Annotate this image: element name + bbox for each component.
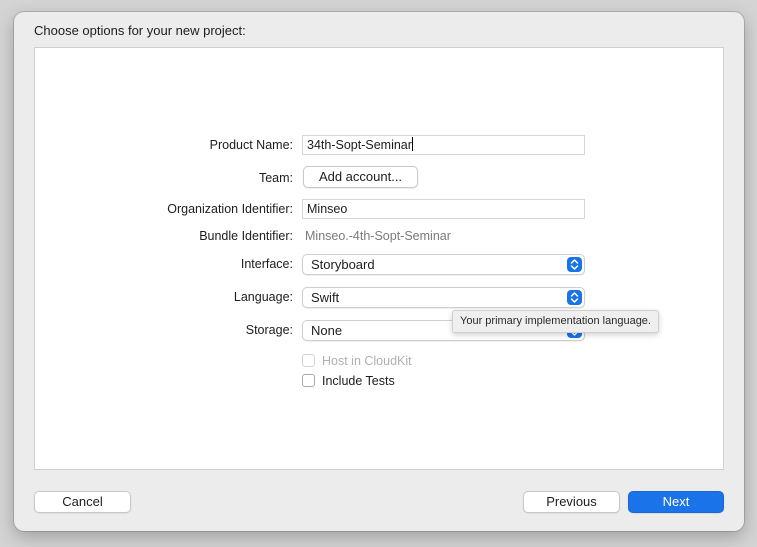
interface-label: Interface: [240,257,293,271]
previous-button[interactable]: Previous [523,491,620,513]
include-tests-label[interactable]: Include Tests [322,373,395,389]
host-in-cloudkit-label: Host in CloudKit [322,354,412,368]
add-account-button[interactable]: Add account... [303,166,418,188]
team-label: Team: [258,171,293,185]
organization-identifier-field[interactable]: Minseo [302,199,585,219]
bundle-identifier-label: Bundle Identifier: [199,229,293,243]
product-name-label: Product Name: [209,138,293,152]
language-popup[interactable]: Swift [302,287,585,308]
sheet-heading: Choose options for your new project: [34,23,246,38]
storage-value: None [311,323,343,338]
interface-popup[interactable]: Storyboard [302,254,585,275]
cancel-button[interactable]: Cancel [34,491,131,513]
host-in-cloudkit-checkbox [302,354,315,367]
product-name-field[interactable]: 34th-Sopt-Seminar [302,135,585,155]
new-project-options-sheet: Choose options for your new project: Pro… [14,12,744,531]
interface-value: Storyboard [311,257,375,272]
bundle-identifier-value: Minseo.-4th-Sopt-Seminar [305,229,451,243]
next-button[interactable]: Next [628,491,724,513]
organization-identifier-value: Minseo [307,202,348,216]
storage-label: Storage: [245,323,293,337]
text-cursor [411,137,413,151]
include-tests-checkbox[interactable] [302,374,315,387]
chevron-up-down-icon [567,290,582,305]
language-tooltip: Your primary implementation language. [452,310,659,333]
language-value: Swift [311,290,340,305]
chevron-up-down-icon [567,257,582,272]
product-name-value: 34th-Sopt-Seminar [307,138,412,152]
language-label: Language: [233,290,293,304]
options-panel: Product Name: 34th-Sopt-Seminar Team: Ad… [34,47,724,470]
organization-identifier-label: Organization Identifier: [167,202,293,216]
